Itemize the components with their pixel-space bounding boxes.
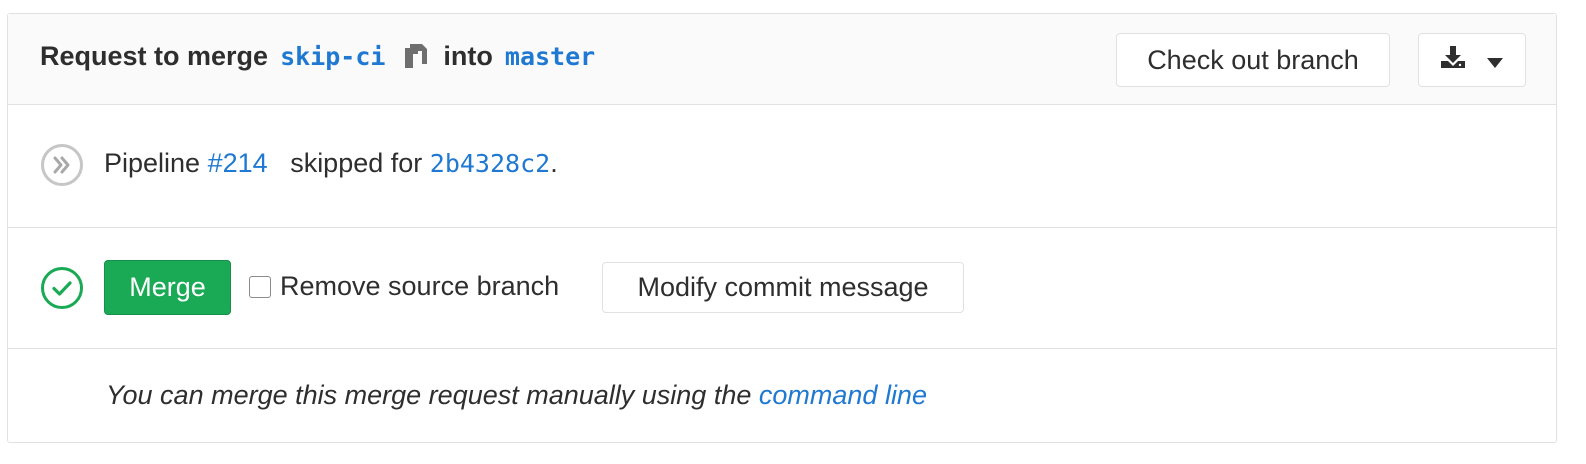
modify-commit-message-button[interactable]: Modify commit message (602, 262, 964, 313)
target-branch[interactable]: master (505, 42, 595, 71)
commit-link[interactable]: 2b4328c2 (430, 149, 550, 178)
remove-source-branch-label: Remove source branch (280, 271, 560, 301)
check-circle-icon (40, 266, 84, 310)
modify-commit-message-label: Modify commit message (637, 272, 929, 302)
pipeline-status-text: Pipeline #214 skipped for 2b4328c2. (104, 148, 558, 179)
title-middle: into (443, 41, 493, 71)
manual-merge-description: You can merge this merge request manuall… (106, 380, 752, 410)
pipeline-middle: skipped for (290, 148, 423, 178)
pipeline-skipped-icon[interactable] (40, 143, 84, 187)
merge-button-label: Merge (129, 272, 206, 302)
manual-merge-row: You can merge this merge request manuall… (8, 349, 1556, 444)
pipeline-link[interactable]: #214 (208, 148, 268, 178)
mr-header: Request to merge skip-ci into master Che… (8, 14, 1556, 105)
command-line-link[interactable]: command line (759, 380, 927, 410)
caret-down-icon (1486, 45, 1504, 76)
pipeline-prefix: Pipeline (104, 148, 201, 178)
download-icon (1440, 45, 1466, 76)
merge-button[interactable]: Merge (104, 260, 231, 315)
check-out-branch-button[interactable]: Check out branch (1116, 33, 1390, 87)
copy-icon[interactable] (401, 42, 429, 72)
remove-source-branch-option[interactable]: Remove source branch (249, 271, 559, 302)
merge-request-widget: Request to merge skip-ci into master Che… (7, 13, 1557, 443)
mr-title: Request to merge skip-ci into master (40, 41, 595, 72)
manual-merge-text: You can merge this merge request manuall… (106, 380, 927, 411)
title-prefix: Request to merge (40, 41, 269, 71)
remove-source-branch-checkbox[interactable] (249, 275, 271, 298)
merge-row: Merge Remove source branch Modify commit… (8, 228, 1556, 349)
check-out-branch-label: Check out branch (1147, 44, 1359, 75)
pipeline-row: Pipeline #214 skipped for 2b4328c2. (8, 105, 1556, 228)
download-dropdown-button[interactable] (1418, 33, 1526, 87)
source-branch[interactable]: skip-ci (280, 42, 385, 71)
pipeline-suffix: . (550, 148, 558, 178)
